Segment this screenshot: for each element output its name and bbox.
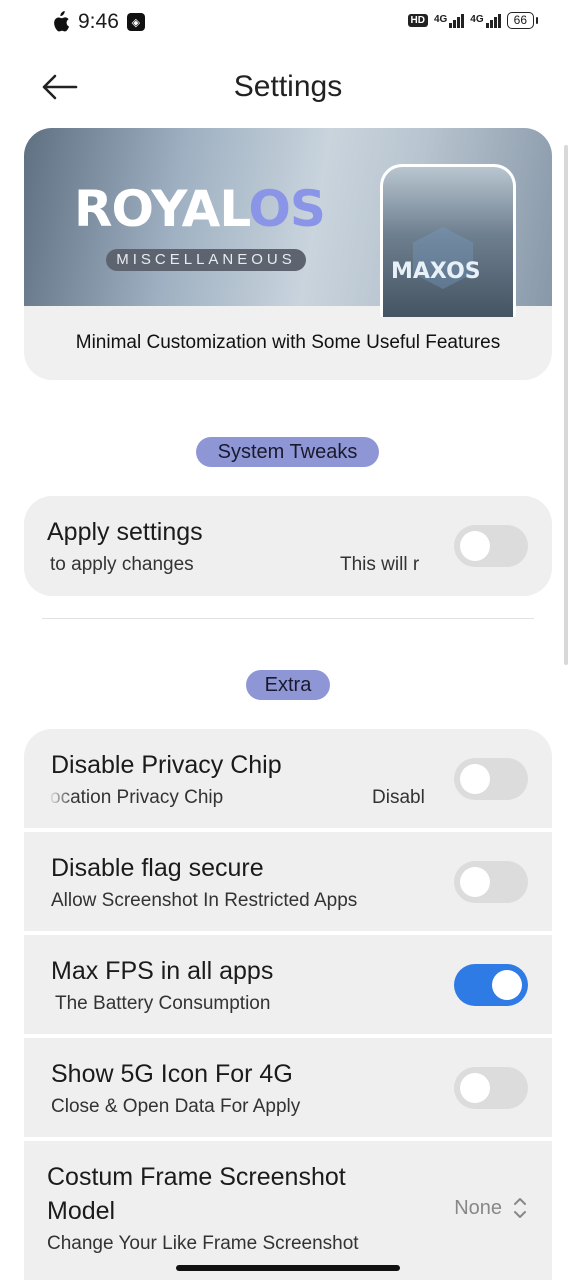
row-subtitle-right: Disabl (372, 787, 425, 808)
row-subtitle-left: to apply changes (50, 554, 194, 575)
toggle-knob (460, 1073, 490, 1103)
phone-logo: MAXOS (391, 259, 481, 284)
battery-icon: 66 (506, 12, 539, 29)
brand-logo-blue: OS (248, 180, 326, 238)
disable-privacy-chip-row[interactable]: Disable Privacy Chip ocation Privacy Chi… (24, 729, 552, 828)
row-title: Max FPS in all apps (51, 957, 274, 985)
banner-tagline: Minimal Customization with Some Useful F… (75, 332, 501, 353)
show-5g-icon-row[interactable]: Show 5G Icon For 4G Close & Open Data Fo… (24, 1038, 552, 1137)
row-subtitle: Close & Open Data For Apply (51, 1096, 301, 1117)
row-subtitle: The Battery Consumption (55, 993, 271, 1014)
row-title: Show 5G Icon For 4G (51, 1060, 293, 1088)
signal-icon-sim1: 4G (433, 13, 465, 28)
banner-card: ROYALOS MISCELLANEOUS MAXOS Minimal Cust… (24, 128, 552, 380)
section-header-extra: Extra (246, 670, 330, 700)
section-header-system-tweaks: System Tweaks (196, 437, 379, 467)
toggle-knob (460, 764, 490, 794)
banner-image: ROYALOS MISCELLANEOUS MAXOS (24, 128, 552, 317)
marquee-fade (426, 784, 456, 812)
max-fps-row[interactable]: Max FPS in all apps The Battery Consumpt… (24, 935, 552, 1034)
toggle-knob (492, 970, 522, 1000)
row-title-line1: Costum Frame Screenshot (47, 1163, 346, 1191)
disable-flag-secure-row[interactable]: Disable flag secure Allow Screenshot In … (24, 832, 552, 931)
status-left: 9:46 ◈ (50, 10, 145, 34)
selected-value[interactable]: None (454, 1197, 502, 1220)
apple-icon (54, 11, 70, 32)
marquee-fade (48, 784, 74, 812)
network-type-label: 4G (433, 13, 448, 25)
max-fps-toggle[interactable] (454, 964, 528, 1006)
status-time: 9:46 (78, 10, 119, 33)
apply-settings-toggle[interactable] (454, 525, 528, 567)
status-right: HD 4G 4G 66 (407, 12, 539, 29)
brand-logo: ROYALOS (74, 180, 326, 238)
row-title: Disable Privacy Chip (51, 751, 282, 779)
page-title: Settings (233, 70, 343, 103)
phone-mockup: MAXOS (380, 164, 516, 317)
row-title: Apply settings (47, 518, 203, 546)
hd-voice-icon: HD (407, 14, 428, 27)
disable-flag-secure-toggle[interactable] (454, 861, 528, 903)
disable-privacy-chip-toggle[interactable] (454, 758, 528, 800)
row-subtitle: Allow Screenshot In Restricted Apps (51, 890, 358, 911)
apply-settings-row[interactable]: Apply settings to apply changes This wil… (24, 496, 552, 596)
row-title: Disable flag secure (51, 854, 264, 882)
frame-screenshot-model-row[interactable]: Costum Frame Screenshot Model Change You… (24, 1141, 552, 1280)
brand-logo-white: ROYAL (74, 180, 249, 238)
row-subtitle-left: ocation Privacy Chip (50, 787, 224, 808)
marquee-fade (420, 550, 456, 578)
network-type-label: 4G (470, 13, 484, 25)
show-5g-icon-toggle[interactable] (454, 1067, 528, 1109)
row-subtitle: Change Your Like Frame Screenshot (47, 1233, 359, 1254)
scrollbar[interactable] (564, 145, 568, 665)
row-title-line2: Model (47, 1197, 116, 1225)
chevron-up-down-icon[interactable] (512, 1195, 528, 1221)
home-indicator[interactable] (176, 1265, 400, 1271)
banner-subtitle: MISCELLANEOUS (106, 249, 306, 271)
divider (42, 618, 534, 619)
app-notification-icon: ◈ (126, 13, 145, 31)
toggle-knob (460, 531, 490, 561)
app-header: Settings (0, 60, 576, 116)
signal-icon-sim2: 4G (470, 13, 501, 28)
toggle-knob (460, 867, 490, 897)
status-bar: 9:46 ◈ HD 4G 4G 66 (0, 0, 576, 44)
row-subtitle-right: This will r (340, 554, 420, 575)
